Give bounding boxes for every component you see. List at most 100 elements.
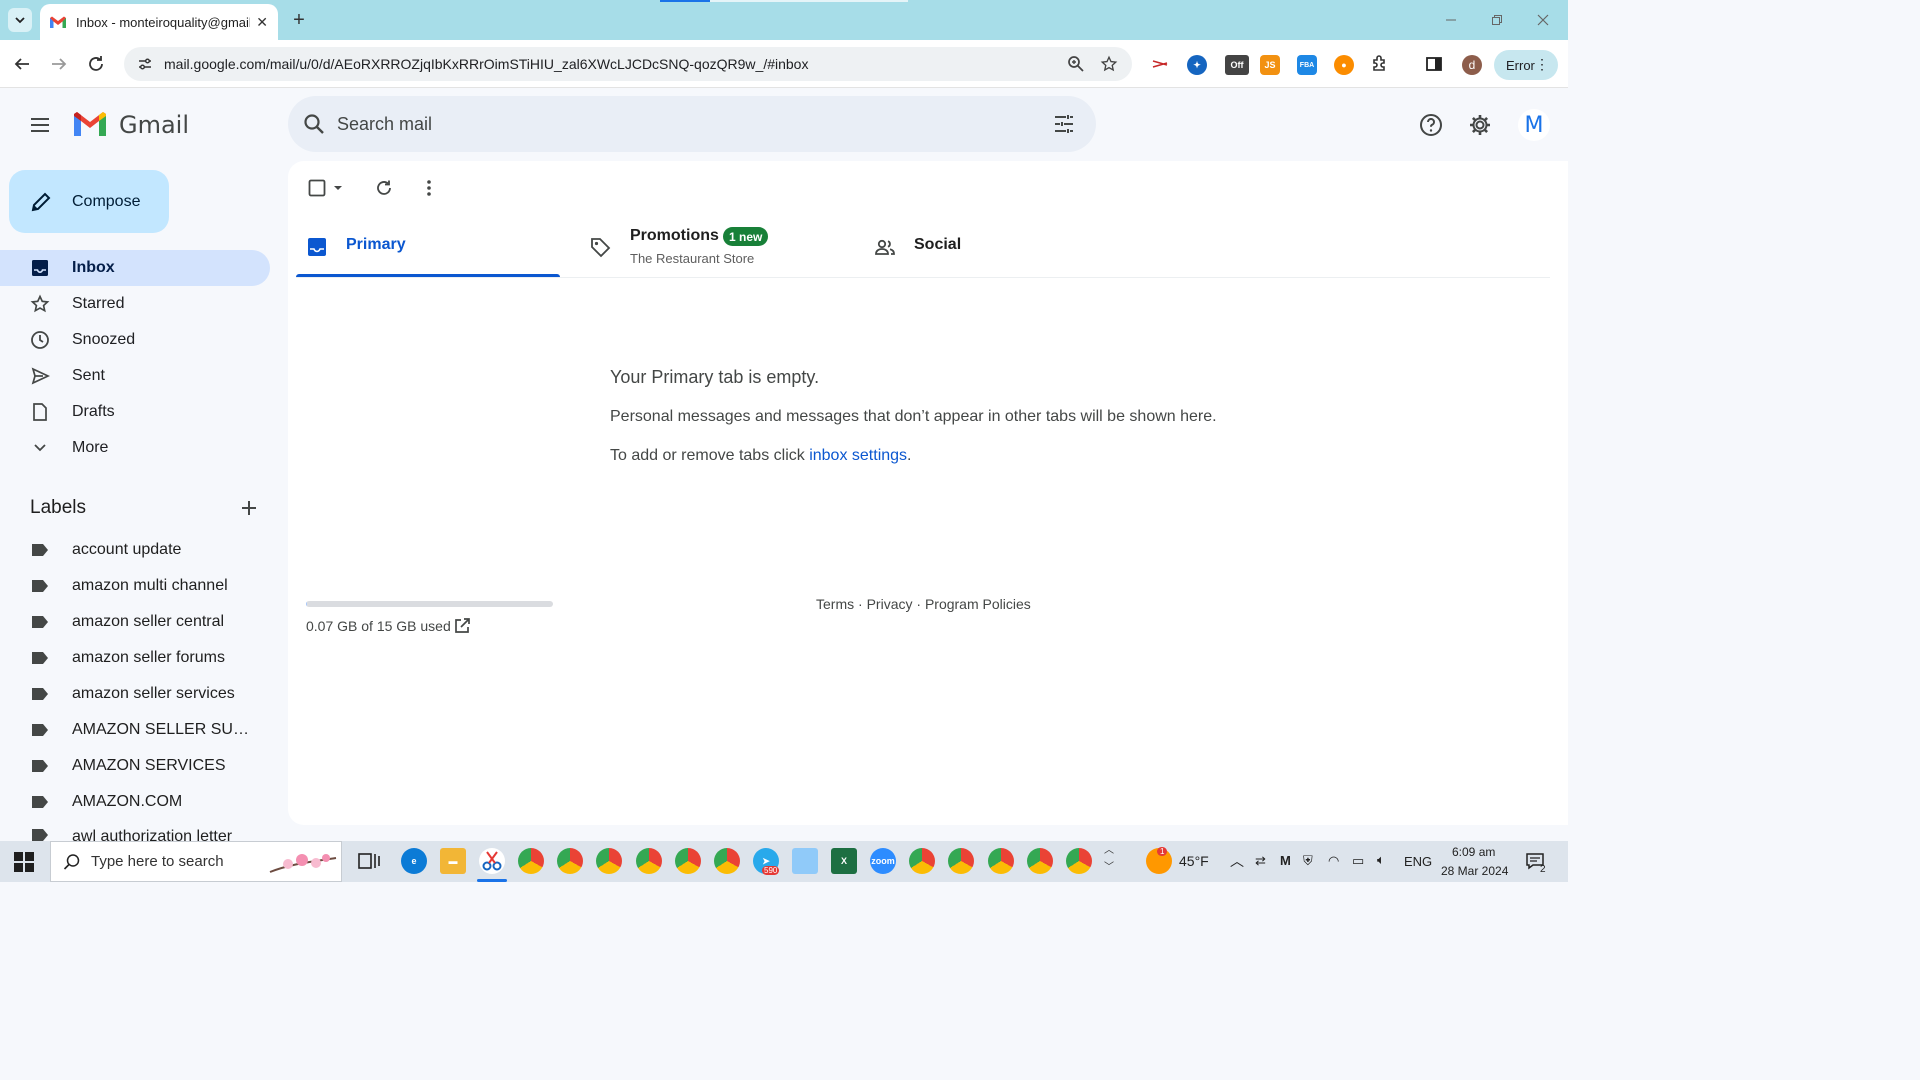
label-item[interactable]: AMAZON.COM bbox=[0, 784, 270, 820]
clock-time[interactable]: 6:09 am bbox=[1452, 845, 1495, 859]
reload-button[interactable] bbox=[84, 52, 108, 76]
label-item[interactable]: amazon seller central bbox=[0, 604, 270, 640]
terms-link[interactable]: Terms bbox=[816, 596, 854, 612]
close-window-button[interactable] bbox=[1528, 8, 1558, 32]
sidebar-item-more[interactable]: More bbox=[0, 430, 270, 466]
chrome-profile-d-icon[interactable] bbox=[518, 848, 544, 874]
open-in-new-icon[interactable] bbox=[453, 617, 471, 635]
more-options-button[interactable] bbox=[417, 176, 441, 200]
extension-orange-icon[interactable]: ● bbox=[1334, 55, 1354, 75]
chrome-icon[interactable] bbox=[909, 848, 935, 874]
restore-icon bbox=[1492, 15, 1502, 25]
sidebar-item-drafts[interactable]: Drafts bbox=[0, 394, 270, 430]
tray-overflow-chevron-icon[interactable]: ︿ bbox=[1230, 851, 1244, 871]
extensions-puzzle-icon[interactable] bbox=[1370, 54, 1390, 74]
footer-links: Terms · Privacy · Program Policies bbox=[816, 596, 1031, 612]
label-item[interactable]: amazon seller forums bbox=[0, 640, 270, 676]
clock-date[interactable]: 28 Mar 2024 bbox=[1441, 864, 1508, 878]
notepad-icon[interactable] bbox=[792, 848, 818, 874]
new-tab-button[interactable]: + bbox=[288, 8, 310, 32]
weather-temperature: 45°F bbox=[1179, 853, 1209, 869]
extension-globe-icon[interactable]: ✦ bbox=[1187, 55, 1207, 75]
chrome-profile-3-icon[interactable] bbox=[596, 848, 622, 874]
browser-profile-avatar[interactable]: d bbox=[1462, 55, 1482, 75]
tab-close-icon[interactable]: ✕ bbox=[256, 14, 268, 31]
tab-social[interactable] bbox=[864, 216, 1128, 278]
label-item[interactable]: amazon multi channel bbox=[0, 568, 270, 604]
excel-icon[interactable]: X bbox=[831, 848, 857, 874]
inbox-settings-link[interactable]: inbox settings bbox=[809, 447, 907, 464]
label-item[interactable]: AMAZON SERVICES bbox=[0, 748, 270, 784]
extension-js-icon[interactable]: JS bbox=[1260, 55, 1280, 75]
tag-icon bbox=[591, 238, 611, 258]
search-input[interactable]: Search mail bbox=[337, 114, 432, 135]
chrome-profile-7-icon[interactable] bbox=[948, 848, 974, 874]
extension-off-icon[interactable]: Off bbox=[1225, 55, 1249, 75]
new-count-badge: 1 new bbox=[723, 227, 769, 246]
sidebar-item-inbox[interactable]: Inbox bbox=[0, 250, 270, 286]
label-tag-icon bbox=[32, 688, 48, 700]
address-bar[interactable]: mail.google.com/mail/u/0/d/AEoRXRROZjqIb… bbox=[124, 47, 1132, 81]
label-item[interactable]: awl authorization letter bbox=[0, 820, 270, 842]
settings-gear-icon[interactable] bbox=[1468, 113, 1492, 137]
tray-security-icon[interactable]: ⛨ bbox=[1303, 853, 1313, 869]
task-view-icon[interactable] bbox=[356, 848, 382, 874]
chrome-profile-10-icon[interactable] bbox=[1066, 848, 1092, 874]
tray-transfer-icon[interactable]: ⇄ bbox=[1255, 853, 1266, 869]
restore-window-button[interactable] bbox=[1482, 8, 1512, 32]
side-panel-icon[interactable] bbox=[1424, 54, 1444, 74]
language-indicator[interactable]: ENG bbox=[1404, 854, 1432, 869]
help-icon[interactable] bbox=[1419, 113, 1443, 137]
chrome-profile-8-icon[interactable] bbox=[988, 848, 1014, 874]
select-all-checkbox[interactable] bbox=[305, 176, 329, 200]
volume-icon[interactable]: 🔈︎ bbox=[1377, 852, 1385, 868]
extension-fba-icon[interactable]: FBA bbox=[1297, 55, 1317, 75]
browser-error-button[interactable]: Error ⋮ bbox=[1494, 50, 1558, 80]
file-explorer-icon[interactable]: ▬ bbox=[440, 848, 466, 874]
chrome-profile-5-icon[interactable] bbox=[675, 848, 701, 874]
windows-start-icon[interactable] bbox=[14, 852, 34, 872]
compose-button[interactable]: Compose bbox=[9, 170, 169, 233]
tab-search-button[interactable] bbox=[8, 8, 32, 32]
minimize-window-button[interactable] bbox=[1436, 8, 1466, 32]
battery-icon[interactable]: ▭ bbox=[1352, 853, 1364, 869]
zoom-button[interactable] bbox=[1064, 54, 1088, 74]
search-bar[interactable]: Search mail bbox=[288, 96, 1096, 152]
add-label-icon[interactable] bbox=[238, 497, 260, 519]
tab-indicator bbox=[660, 0, 710, 2]
wifi-icon[interactable]: ◠ bbox=[1328, 853, 1339, 869]
forward-button[interactable] bbox=[47, 52, 71, 76]
site-info-icon[interactable] bbox=[136, 55, 154, 73]
chrome-profile-2-icon[interactable] bbox=[557, 848, 583, 874]
sidebar-item-sent[interactable]: Sent bbox=[0, 358, 270, 394]
refresh-button[interactable] bbox=[372, 176, 396, 200]
tab-promotions[interactable] bbox=[580, 216, 844, 278]
label-item[interactable]: account update bbox=[0, 532, 270, 568]
tab-primary[interactable] bbox=[296, 216, 560, 278]
privacy-link[interactable]: Privacy bbox=[867, 596, 913, 612]
tray-app-icon[interactable]: M bbox=[1280, 853, 1291, 868]
main-menu-icon[interactable] bbox=[28, 113, 52, 137]
sidebar-item-snoozed[interactable]: Snoozed bbox=[0, 322, 270, 358]
zoom-app-icon[interactable]: zoom bbox=[870, 848, 896, 874]
browser-tab-inbox[interactable]: Inbox - monteiroquality@gmail ✕ bbox=[40, 4, 278, 40]
search-icon[interactable] bbox=[302, 112, 326, 136]
chrome-profile-6-icon[interactable] bbox=[714, 848, 740, 874]
sidebar-item-starred[interactable]: Starred bbox=[0, 286, 270, 322]
gmail-logo-icon[interactable] bbox=[72, 110, 108, 138]
extension-scissors-icon[interactable] bbox=[1150, 54, 1170, 74]
back-button[interactable] bbox=[10, 52, 34, 76]
search-options-icon[interactable] bbox=[1052, 112, 1076, 136]
bookmark-button[interactable] bbox=[1097, 54, 1121, 74]
label-item[interactable]: AMAZON SELLER SUPP... bbox=[0, 712, 270, 748]
chrome-profile-4-icon[interactable] bbox=[636, 848, 662, 874]
chrome-profile-9-icon[interactable] bbox=[1027, 848, 1053, 874]
storage-usage-fill bbox=[306, 601, 308, 607]
program-policies-link[interactable]: Program Policies bbox=[925, 596, 1031, 612]
snipping-tool-icon[interactable] bbox=[479, 848, 505, 874]
taskbar-scroll-arrows[interactable]: ︿ ﹀ bbox=[1104, 842, 1114, 876]
account-avatar[interactable]: M bbox=[1518, 109, 1550, 141]
select-dropdown-button[interactable] bbox=[328, 176, 348, 200]
label-item[interactable]: amazon seller services bbox=[0, 676, 270, 712]
edge-browser-icon[interactable]: e bbox=[401, 848, 427, 874]
